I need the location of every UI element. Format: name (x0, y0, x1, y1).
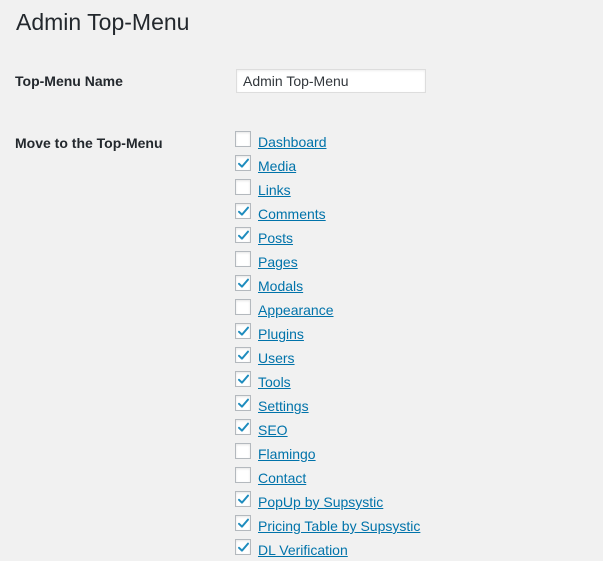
checkmark-icon (238, 494, 249, 504)
top-menu-name-label: Top-Menu Name (15, 73, 123, 89)
menu-item-link-dl-verification[interactable]: DL Verification (258, 540, 348, 560)
checkmark-icon (238, 158, 249, 168)
menu-item-media: Media (235, 153, 420, 177)
menu-item-list: Dashboard Media Links Comments Posts Pages Mod… (235, 129, 420, 561)
menu-item-link-contact[interactable]: Contact (258, 468, 306, 488)
menu-item-link-links[interactable]: Links (258, 180, 291, 200)
checkbox-plugins[interactable] (235, 323, 251, 339)
checkbox-contact[interactable] (235, 467, 251, 483)
checkbox-dashboard[interactable] (235, 131, 251, 147)
checkmark-icon (238, 374, 249, 384)
checkbox-users[interactable] (235, 347, 251, 363)
checkbox-posts[interactable] (235, 227, 251, 243)
menu-item-links: Links (235, 177, 420, 201)
menu-item-comments: Comments (235, 201, 420, 225)
checkmark-icon (238, 278, 249, 288)
menu-item-link-dashboard[interactable]: Dashboard (258, 132, 327, 152)
checkbox-popup-by-supsystic[interactable] (235, 491, 251, 507)
menu-item-link-flamingo[interactable]: Flamingo (258, 444, 316, 464)
menu-item-appearance: Appearance (235, 297, 420, 321)
menu-item-link-popup-by-supsystic[interactable]: PopUp by Supsystic (258, 492, 383, 512)
checkmark-icon (238, 518, 249, 528)
menu-item-link-modals[interactable]: Modals (258, 276, 303, 296)
top-menu-name-input[interactable] (236, 69, 426, 93)
menu-item-link-settings[interactable]: Settings (258, 396, 309, 416)
menu-item-plugins: Plugins (235, 321, 420, 345)
menu-item-link-seo[interactable]: SEO (258, 420, 288, 440)
menu-item-popup-by-supsystic: PopUp by Supsystic (235, 489, 420, 513)
checkbox-links[interactable] (235, 179, 251, 195)
checkbox-seo[interactable] (235, 419, 251, 435)
menu-item-contact: Contact (235, 465, 420, 489)
checkmark-icon (238, 398, 249, 408)
menu-item-modals: Modals (235, 273, 420, 297)
menu-item-pricing-table-by-supsystic: Pricing Table by Supsystic (235, 513, 420, 537)
checkmark-icon (238, 230, 249, 240)
checkmark-icon (238, 350, 249, 360)
checkmark-icon (238, 206, 249, 216)
checkbox-pages[interactable] (235, 251, 251, 267)
menu-item-link-pricing-table-by-supsystic[interactable]: Pricing Table by Supsystic (258, 516, 420, 536)
page-title: Admin Top-Menu (16, 9, 190, 35)
menu-item-link-posts[interactable]: Posts (258, 228, 293, 248)
checkmark-icon (238, 542, 249, 552)
checkbox-settings[interactable] (235, 395, 251, 411)
checkbox-appearance[interactable] (235, 299, 251, 315)
menu-item-seo: SEO (235, 417, 420, 441)
checkmark-icon (238, 422, 249, 432)
move-to-top-menu-label: Move to the Top-Menu (15, 135, 163, 151)
menu-item-link-media[interactable]: Media (258, 156, 296, 176)
checkbox-pricing-table-by-supsystic[interactable] (235, 515, 251, 531)
checkmark-icon (238, 326, 249, 336)
menu-item-link-pages[interactable]: Pages (258, 252, 298, 272)
checkbox-dl-verification[interactable] (235, 539, 251, 555)
menu-item-link-plugins[interactable]: Plugins (258, 324, 304, 344)
menu-item-posts: Posts (235, 225, 420, 249)
checkbox-tools[interactable] (235, 371, 251, 387)
checkbox-modals[interactable] (235, 275, 251, 291)
menu-item-link-comments[interactable]: Comments (258, 204, 326, 224)
menu-item-settings: Settings (235, 393, 420, 417)
menu-item-link-tools[interactable]: Tools (258, 372, 291, 392)
menu-item-dl-verification: DL Verification (235, 537, 420, 561)
menu-item-pages: Pages (235, 249, 420, 273)
checkbox-media[interactable] (235, 155, 251, 171)
menu-item-tools: Tools (235, 369, 420, 393)
menu-item-flamingo: Flamingo (235, 441, 420, 465)
menu-item-link-users[interactable]: Users (258, 348, 295, 368)
menu-item-dashboard: Dashboard (235, 129, 420, 153)
menu-item-users: Users (235, 345, 420, 369)
checkbox-comments[interactable] (235, 203, 251, 219)
checkbox-flamingo[interactable] (235, 443, 251, 459)
menu-item-link-appearance[interactable]: Appearance (258, 300, 334, 320)
